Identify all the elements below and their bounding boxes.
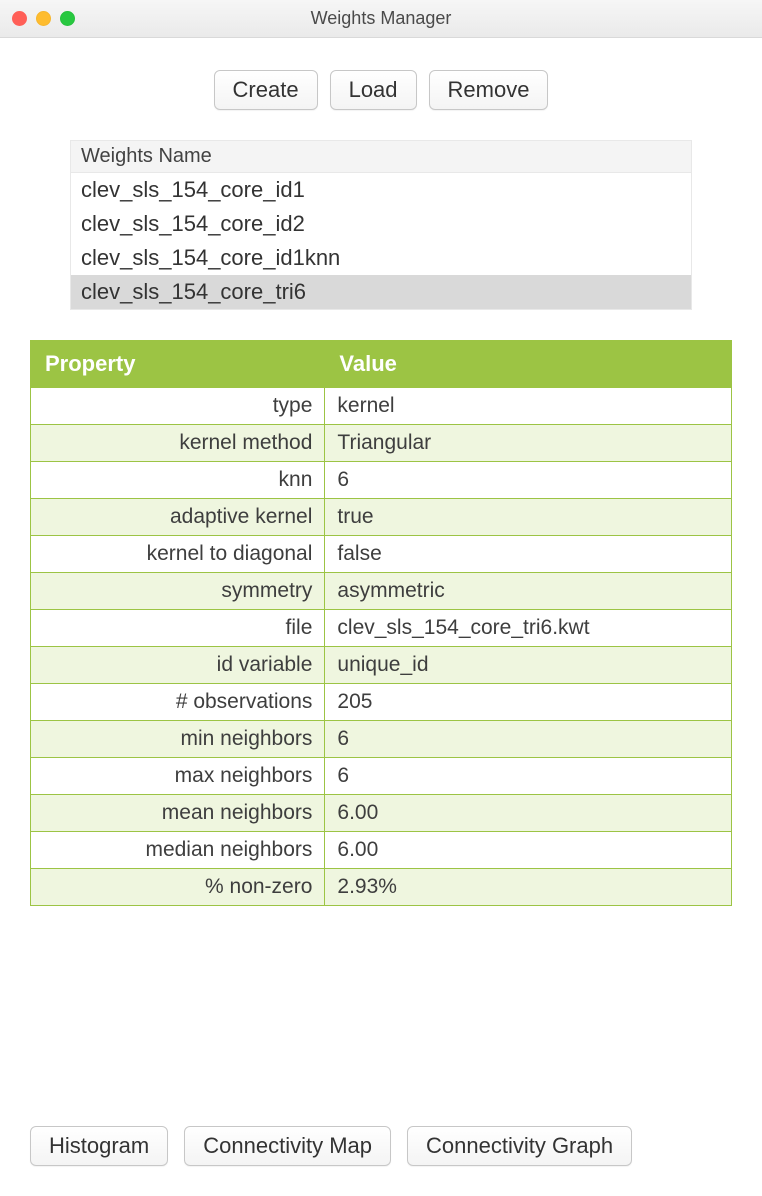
property-value: 6.00	[325, 832, 732, 869]
remove-button[interactable]: Remove	[429, 70, 549, 110]
property-key: symmetry	[31, 573, 325, 610]
weights-list-row[interactable]: clev_sls_154_core_id1	[71, 173, 691, 207]
window-title: Weights Manager	[0, 8, 762, 29]
property-row: % non-zero2.93%	[31, 869, 732, 906]
weights-list: Weights Name clev_sls_154_core_id1clev_s…	[70, 140, 692, 310]
connectivity-map-button[interactable]: Connectivity Map	[184, 1126, 391, 1166]
property-key: file	[31, 610, 325, 647]
property-value: false	[325, 536, 732, 573]
property-row: typekernel	[31, 388, 732, 425]
bottom-toolbar: Histogram Connectivity Map Connectivity …	[30, 1126, 732, 1166]
property-value: Triangular	[325, 425, 732, 462]
property-key: knn	[31, 462, 325, 499]
property-key: # observations	[31, 684, 325, 721]
property-value: 205	[325, 684, 732, 721]
property-row: mean neighbors6.00	[31, 795, 732, 832]
property-value: true	[325, 499, 732, 536]
weights-list-header: Weights Name	[71, 141, 691, 173]
property-value: 6.00	[325, 795, 732, 832]
property-row: # observations205	[31, 684, 732, 721]
property-value: clev_sls_154_core_tri6.kwt	[325, 610, 732, 647]
property-row: median neighbors6.00	[31, 832, 732, 869]
property-value: 6	[325, 462, 732, 499]
property-row: fileclev_sls_154_core_tri6.kwt	[31, 610, 732, 647]
property-row: kernel methodTriangular	[31, 425, 732, 462]
property-value: asymmetric	[325, 573, 732, 610]
property-key: kernel method	[31, 425, 325, 462]
titlebar: Weights Manager	[0, 0, 762, 38]
property-row: kernel to diagonalfalse	[31, 536, 732, 573]
connectivity-graph-button[interactable]: Connectivity Graph	[407, 1126, 632, 1166]
property-row: max neighbors6	[31, 758, 732, 795]
load-button[interactable]: Load	[330, 70, 417, 110]
property-row: symmetryasymmetric	[31, 573, 732, 610]
property-key: min neighbors	[31, 721, 325, 758]
property-key: mean neighbors	[31, 795, 325, 832]
property-row: id variableunique_id	[31, 647, 732, 684]
weights-list-row[interactable]: clev_sls_154_core_id1knn	[71, 241, 691, 275]
property-value: kernel	[325, 388, 732, 425]
property-key: % non-zero	[31, 869, 325, 906]
properties-table: Property Value typekernelkernel methodTr…	[30, 340, 732, 906]
weights-list-row[interactable]: clev_sls_154_core_id2	[71, 207, 691, 241]
properties-header-property: Property	[31, 341, 325, 388]
property-row: min neighbors6	[31, 721, 732, 758]
property-key: kernel to diagonal	[31, 536, 325, 573]
property-value: 2.93%	[325, 869, 732, 906]
property-key: id variable	[31, 647, 325, 684]
property-key: adaptive kernel	[31, 499, 325, 536]
create-button[interactable]: Create	[214, 70, 318, 110]
property-row: adaptive kerneltrue	[31, 499, 732, 536]
property-key: max neighbors	[31, 758, 325, 795]
property-value: unique_id	[325, 647, 732, 684]
weights-list-row[interactable]: clev_sls_154_core_tri6	[71, 275, 691, 309]
property-row: knn6	[31, 462, 732, 499]
property-value: 6	[325, 721, 732, 758]
property-key: median neighbors	[31, 832, 325, 869]
top-toolbar: Create Load Remove	[30, 70, 732, 110]
histogram-button[interactable]: Histogram	[30, 1126, 168, 1166]
property-key: type	[31, 388, 325, 425]
properties-header-value: Value	[325, 341, 732, 388]
property-value: 6	[325, 758, 732, 795]
